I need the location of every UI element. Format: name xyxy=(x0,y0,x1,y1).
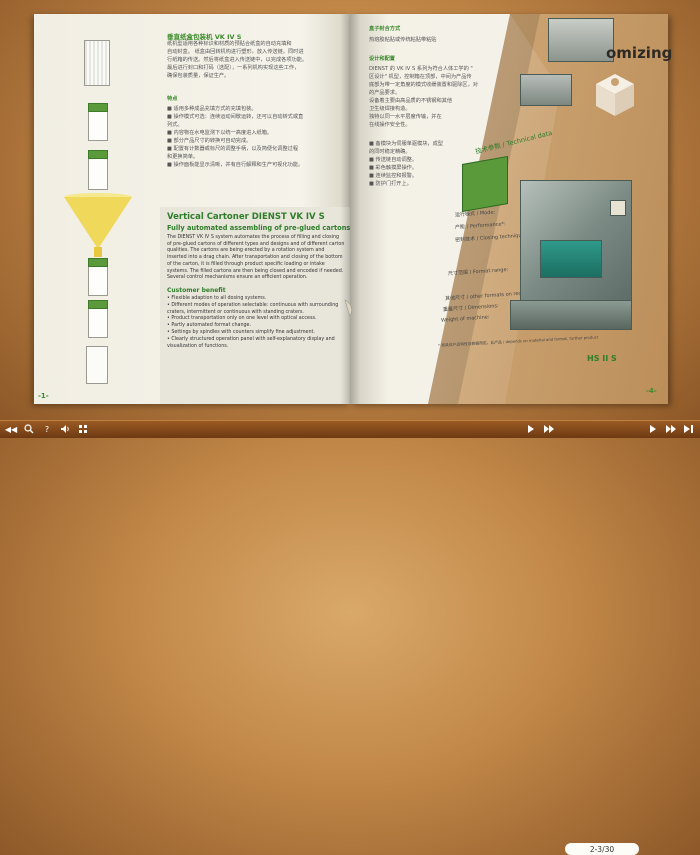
cn-closing-text: 热熔胶粘贴或传统粘贴带粘贴 xyxy=(369,37,437,43)
sound-icon[interactable] xyxy=(58,423,72,435)
en-benefit-item: • Clearly structured operation panel wit… xyxy=(167,336,335,349)
en-benefit-item: • Settings by spindles with counters sim… xyxy=(167,329,315,335)
en-benefit-title: Customer benefit xyxy=(167,287,226,294)
cn-feature-item: 列式。 xyxy=(167,122,183,129)
cn-features-title: 特点 xyxy=(167,96,178,102)
help-button[interactable]: ? xyxy=(40,423,54,435)
cn-feature-item: 和更换简单。 xyxy=(167,154,199,161)
cn-intro-line: 最后进行封口和打码（选配），一系列机构实现这些工作， xyxy=(167,65,300,72)
filled-carton xyxy=(88,258,108,296)
cn-intro-line: 行纸箱的传送。然后将纸盒进入传送链中，以完成各项功能。 xyxy=(167,57,308,64)
cn-feature-item: ■ 配置有计数器或标尺的调整手柄，以及简便化调整过程 xyxy=(167,146,299,153)
book-spine xyxy=(340,14,360,404)
machine-photo-mid xyxy=(520,74,572,106)
en-benefit-item: • Different modes of operation selectabl… xyxy=(167,302,339,315)
closed-carton xyxy=(86,346,108,384)
cn-features: ■ 适用多种成品充填方式的充填包装。 ■ 操作模式可选：连续运动间歇运转，还可以… xyxy=(167,105,345,170)
thumbnails-icon[interactable] xyxy=(76,423,90,435)
en-benefit-item: • Flexible adaption to all dosing system… xyxy=(167,296,267,301)
cn-intro: 纸机型适用各种标识和材质的预贴合纸盒的自动充填和 自动封盒。 纸盒由回转机构进行… xyxy=(167,40,345,80)
en-product-title: Vertical Cartoner DIENST VK IV S xyxy=(167,212,325,222)
viewer-toolbar: ◀◀ ? 2-3/30 xyxy=(0,420,700,855)
flip-heading: omizing xyxy=(606,44,673,62)
machine-base xyxy=(510,300,632,330)
flat-carton-stack xyxy=(84,40,110,86)
page-curl-icon[interactable] xyxy=(343,298,357,318)
closing-carton xyxy=(88,300,108,338)
fast-forward-button[interactable] xyxy=(542,423,556,435)
page-indicator[interactable]: 2-3/30 xyxy=(565,843,639,855)
model-label: HS II S xyxy=(587,354,617,363)
en-benefit-list: • Flexible adaption to all dosing system… xyxy=(167,296,345,350)
cn-intro-line: 自动封盒。 纸盒由回转机构进行塑形，放入传送链。同时进 xyxy=(167,49,304,56)
en-description: The DIENST VK IV S system automates the … xyxy=(167,235,345,281)
cn-feature-item: ■ 操作模式可选：连续运动间歇运转，还可以自动转式或直 xyxy=(167,114,304,121)
cn-feature-item: ■ 适用多种成品充填方式的充填包装。 xyxy=(167,106,257,112)
cn-intro-line: 确保包装质量，保证生产。 xyxy=(167,73,230,80)
filling-funnel xyxy=(64,197,132,249)
end-button[interactable] xyxy=(682,423,696,435)
last-page-button[interactable] xyxy=(664,423,678,435)
cn-design-line: DIENST 的 VK IV S 系列为符合人体工学的 " xyxy=(369,66,473,72)
en-subtitle: Fully automated assembling of pre-glued … xyxy=(167,224,353,232)
next-page-button[interactable] xyxy=(646,423,660,435)
first-page-button[interactable]: ◀◀ xyxy=(4,423,18,435)
funnel-neck xyxy=(94,247,102,257)
erected-carton xyxy=(88,103,108,141)
cn-heading-design: 设计和配置 xyxy=(369,56,395,62)
book-viewer: 垂直纸盒包装机 VK IV S 纸机型适用各种标识和材质的预贴合纸盒的自动充填和… xyxy=(0,0,700,420)
cn-feature-item: ■ 内容物在水电监测下以统一高度进入纸箱。 xyxy=(167,130,273,137)
previous-page-button[interactable] xyxy=(524,423,538,435)
en-benefit-item: • Partly automated format change. xyxy=(167,323,252,329)
cn-feature-item: ■ 操作面板能显示清晰，并有自行解释和生产可视化功能。 xyxy=(167,162,304,169)
machine-module xyxy=(540,240,602,278)
carton-graphic xyxy=(462,155,508,213)
cn-heading-closing: 盒子封合方式 xyxy=(369,26,401,32)
right-page-number: -4- xyxy=(646,387,657,395)
zoom-icon[interactable] xyxy=(22,423,36,435)
left-page-number: -1- xyxy=(38,392,49,400)
machine-photo-top xyxy=(548,18,614,62)
cube-icon xyxy=(596,74,634,116)
cn-intro-line: 纸机型适用各种标识和材质的预贴合纸盒的自动充填和 xyxy=(167,41,292,47)
cn-feature-item: ■ 部分产品尺寸的转换可自动完成。 xyxy=(167,138,252,145)
erected-carton xyxy=(88,150,108,190)
control-panel xyxy=(610,200,626,216)
